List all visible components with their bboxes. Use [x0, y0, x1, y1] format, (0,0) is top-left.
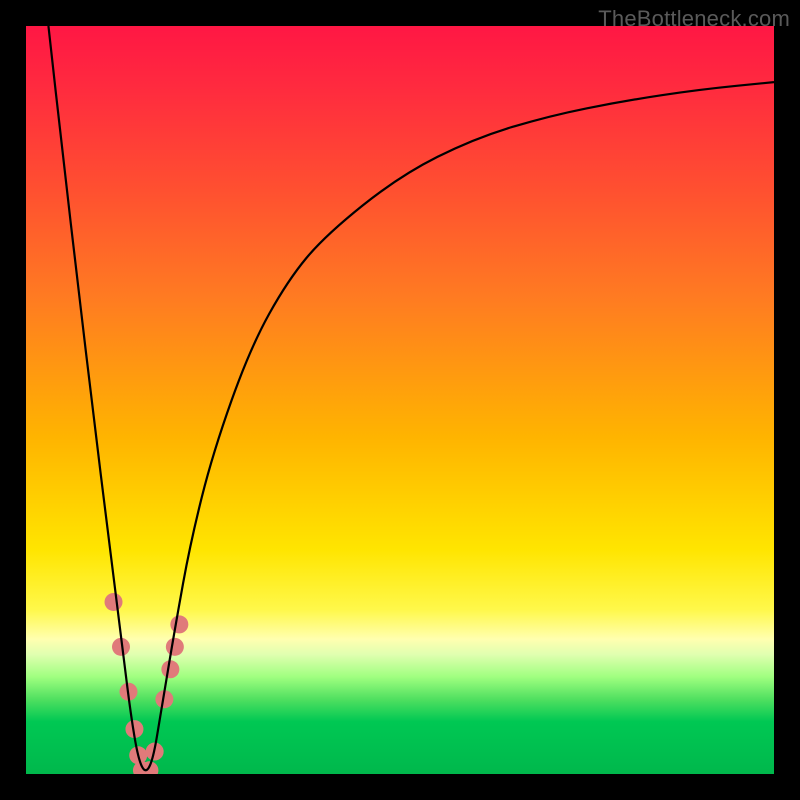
marker-dot: [170, 615, 188, 633]
bottleneck-curve: [48, 26, 774, 770]
chart-frame: TheBottleneck.com: [0, 0, 800, 800]
marker-dot: [105, 593, 123, 611]
marker-dot: [161, 660, 179, 678]
marker-dot: [166, 638, 184, 656]
watermark-text: TheBottleneck.com: [598, 6, 790, 32]
plot-area: [26, 26, 774, 774]
chart-svg: [26, 26, 774, 774]
